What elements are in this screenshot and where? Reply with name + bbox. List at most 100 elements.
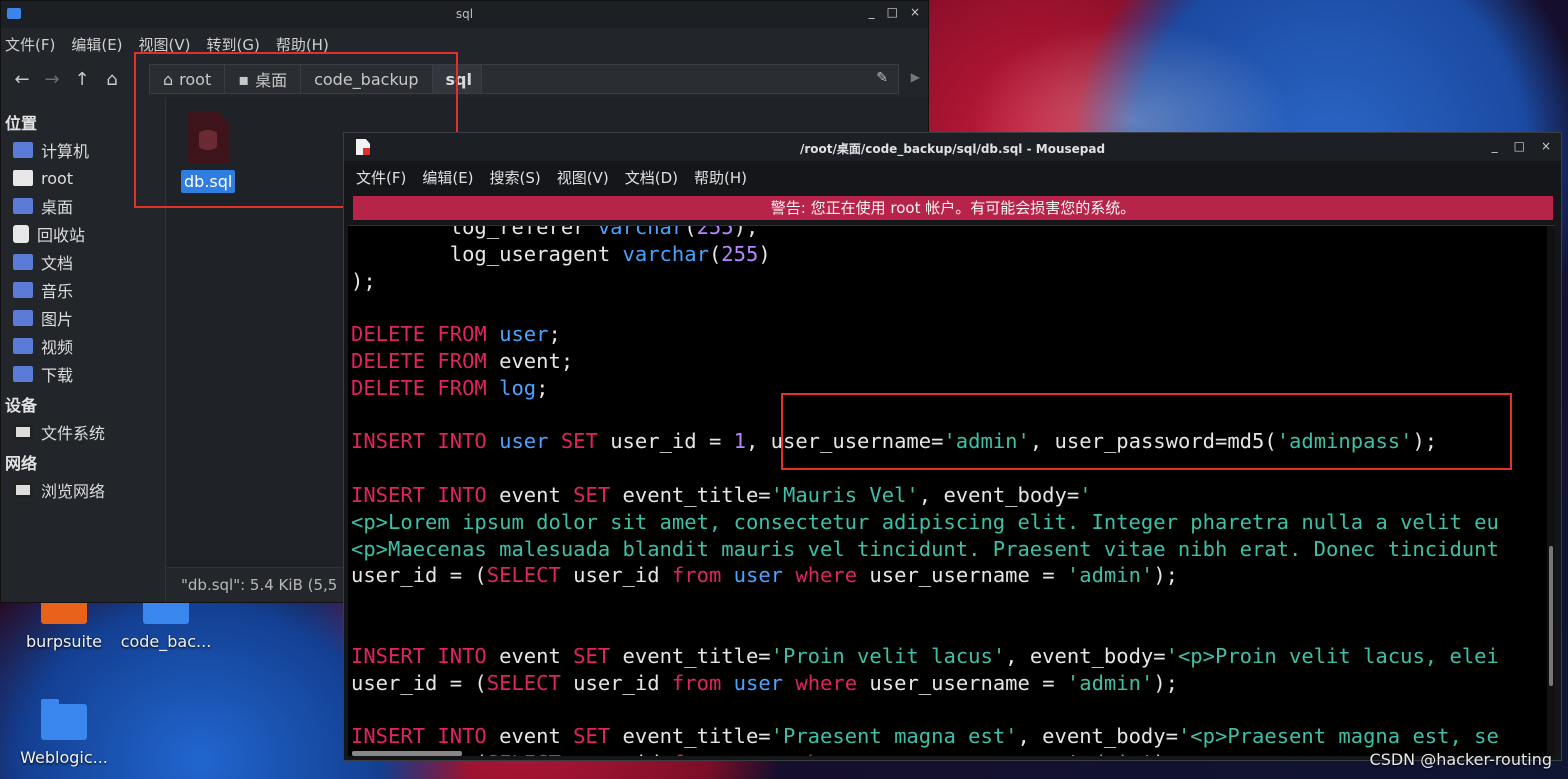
code-token: where bbox=[795, 751, 857, 756]
breadcrumb-root[interactable]: ⌂ root bbox=[150, 65, 226, 93]
menu-file[interactable]: 文件(F) bbox=[356, 167, 406, 188]
sidebar-item-videos[interactable]: 视频 bbox=[1, 332, 165, 360]
menu-help[interactable]: 帮助(H) bbox=[694, 167, 747, 188]
desktop-icon-weblogic[interactable]: Weblogic... bbox=[14, 699, 114, 767]
code-token: user_username = bbox=[857, 751, 1067, 756]
breadcrumb-desktop[interactable]: ▪ 桌面 bbox=[225, 65, 302, 93]
code-token: 'adminpass' bbox=[1276, 429, 1413, 454]
file-manager-toolbar: ← → ↑ ⌂ ⌂ root ▪ 桌面 code_backup sql ✎ ▶ bbox=[1, 60, 928, 98]
minimize-button[interactable]: _ bbox=[1492, 139, 1498, 153]
sidebar-item-root[interactable]: root bbox=[1, 164, 165, 192]
text-editor-area[interactable]: log_referer varchar(255), log_useragent … bbox=[348, 225, 1555, 756]
code-token: , event_body= bbox=[1017, 724, 1178, 749]
file-manager-titlebar[interactable]: sql _ □ × bbox=[1, 1, 928, 28]
code-token: event_title= bbox=[610, 482, 771, 507]
sidebar-item-label: 图片 bbox=[41, 310, 74, 329]
sidebar-item-computer[interactable]: 计算机 bbox=[1, 136, 165, 164]
up-arrow-icon[interactable]: ↑ bbox=[67, 69, 97, 90]
code-token: ); bbox=[351, 268, 376, 293]
menu-go[interactable]: 转到(G) bbox=[207, 34, 260, 55]
code-token: DELETE FROM bbox=[351, 375, 500, 400]
sidebar-heading-places: 位置 bbox=[5, 114, 38, 133]
horizontal-scrollbar[interactable] bbox=[352, 751, 462, 756]
code-token: log bbox=[499, 375, 537, 400]
sidebar-item-filesystem[interactable]: 文件系统 bbox=[1, 418, 165, 446]
path-bar-filler[interactable]: ✎ ▶ bbox=[481, 64, 920, 94]
code-line: log_useragent varchar(255) bbox=[351, 241, 1499, 268]
menu-search[interactable]: 搜索(S) bbox=[490, 167, 541, 188]
menu-document[interactable]: 文档(D) bbox=[625, 167, 678, 188]
sidebar-item-label: 回收站 bbox=[37, 226, 86, 245]
code-token: ); bbox=[1153, 751, 1178, 756]
code-token: 'admin' bbox=[1066, 563, 1154, 588]
desktop-icon-label: code_bac... bbox=[120, 632, 212, 651]
documents-folder-icon bbox=[13, 254, 33, 270]
file-item[interactable]: db.sql bbox=[181, 112, 236, 193]
code-token: DELETE FROM bbox=[351, 322, 500, 347]
database-file-icon bbox=[187, 112, 229, 164]
sidebar-item-browse-network[interactable]: 浏览网络 bbox=[1, 476, 165, 504]
sidebar-item-label: 文档 bbox=[41, 254, 74, 273]
close-button[interactable]: × bbox=[910, 5, 920, 19]
sidebar-item-label: 计算机 bbox=[41, 142, 90, 161]
sidebar-item-desktop[interactable]: 桌面 bbox=[1, 192, 165, 220]
menu-file[interactable]: 文件(F) bbox=[5, 34, 55, 55]
menu-edit[interactable]: 编辑(E) bbox=[422, 167, 473, 188]
maximize-button[interactable]: □ bbox=[1514, 139, 1525, 153]
home-icon[interactable]: ⌂ bbox=[97, 69, 127, 90]
music-folder-icon bbox=[13, 282, 33, 298]
pencil-icon[interactable]: ✎ bbox=[876, 70, 888, 86]
desktop-icon-code-backup[interactable]: code_bac... bbox=[116, 593, 216, 651]
back-arrow-icon[interactable]: ← bbox=[7, 69, 37, 90]
code-line: ​ bbox=[351, 696, 1499, 723]
code-token: user bbox=[499, 322, 549, 347]
drive-icon bbox=[13, 424, 33, 440]
minimize-button[interactable]: _ bbox=[869, 5, 875, 19]
code-token: , user_username= bbox=[745, 429, 944, 454]
code-line: ​ bbox=[351, 589, 1499, 616]
sidebar-item-music[interactable]: 音乐 bbox=[1, 276, 165, 304]
code-token: 'Praesent magna est' bbox=[770, 724, 1018, 749]
code-line: INSERT INTO event SET event_title='Mauri… bbox=[351, 482, 1499, 509]
code-token: SET bbox=[573, 724, 611, 749]
menu-edit[interactable]: 编辑(E) bbox=[71, 34, 122, 55]
mousepad-window: /root/桌面/code_backup/sql/db.sql - Mousep… bbox=[343, 132, 1562, 761]
code-token: log_useragent bbox=[351, 241, 623, 266]
code-line: INSERT INTO event SET event_title='Praes… bbox=[351, 723, 1499, 750]
menu-view[interactable]: 视图(V) bbox=[557, 167, 609, 188]
desktop-icon-label: burpsuite bbox=[25, 632, 103, 651]
code-token: event; bbox=[499, 348, 574, 373]
code-token: 'admin' bbox=[1066, 670, 1154, 695]
close-button[interactable]: × bbox=[1541, 139, 1551, 153]
chevron-right-icon[interactable]: ▶ bbox=[911, 70, 920, 84]
code-line: INSERT INTO user SET user_id = 1, user_u… bbox=[351, 428, 1499, 455]
editor-titlebar[interactable]: /root/桌面/code_backup/sql/db.sql - Mousep… bbox=[344, 133, 1561, 161]
sidebar-item-downloads[interactable]: 下载 bbox=[1, 360, 165, 388]
menu-view[interactable]: 视图(V) bbox=[139, 34, 191, 55]
root-warning-banner: 警告: 您正在使用 root 帐户。有可能会损害您的系统。 bbox=[353, 196, 1553, 220]
code-token: ) bbox=[758, 241, 771, 266]
code-token: ( bbox=[708, 241, 722, 266]
sidebar-item-pictures[interactable]: 图片 bbox=[1, 304, 165, 332]
scrollbar-thumb[interactable] bbox=[1549, 546, 1553, 686]
code-token: '<p>Praesent magna est, se bbox=[1177, 724, 1499, 749]
code-token: SELECT bbox=[486, 563, 561, 588]
vertical-scrollbar[interactable] bbox=[1547, 226, 1555, 756]
breadcrumb-sql[interactable]: sql bbox=[432, 65, 486, 93]
breadcrumb-code-backup[interactable]: code_backup bbox=[301, 65, 433, 93]
code-token: INSERT INTO bbox=[351, 429, 500, 454]
sidebar-item-trash[interactable]: 回收站 bbox=[1, 220, 165, 248]
code-token: event_title= bbox=[610, 724, 771, 749]
menu-help[interactable]: 帮助(H) bbox=[276, 34, 329, 55]
forward-arrow-icon[interactable]: → bbox=[37, 69, 67, 90]
breadcrumb-label: sql bbox=[445, 69, 472, 89]
maximize-button[interactable]: □ bbox=[887, 5, 898, 19]
code-token: user bbox=[733, 670, 784, 695]
sidebar-item-documents[interactable]: 文档 bbox=[1, 248, 165, 276]
file-name: db.sql bbox=[181, 170, 236, 193]
code-token: ), bbox=[733, 225, 759, 239]
desktop-icon-burpsuite[interactable]: burpsuite bbox=[14, 598, 114, 651]
